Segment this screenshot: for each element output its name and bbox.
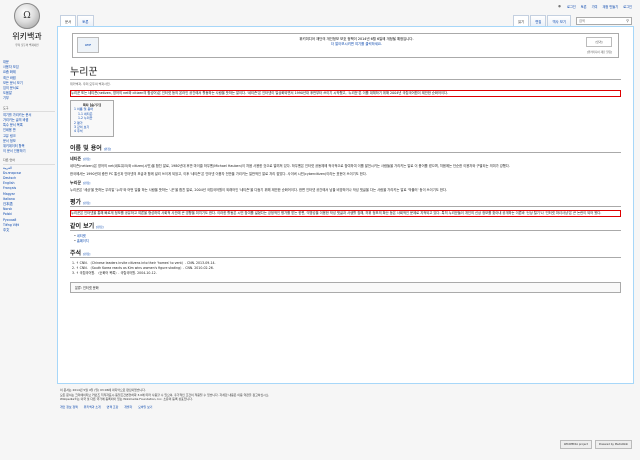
sidebar-languages: 다른 언어 العربية Български Deutsch English … (3, 158, 55, 233)
footer-info: Wikipedia®는 미국 및 다른 국가에 등록되어 있는 Wikimedi… (60, 397, 193, 402)
edit-section-link[interactable]: [편집] (104, 147, 111, 151)
paragraph: 한국에서는 1990년대 중반 PC 통신과 인터넷의 보급과 함께 널리 쓰이… (70, 171, 367, 176)
footer-places: 개인 정보 정책 위키백과 소개 면책 조항 개발자 모바일 보기 (60, 405, 634, 410)
footer-link[interactable]: 면책 조항 (107, 405, 119, 410)
section-heading: 같이 보기 [편집] (70, 221, 621, 231)
sidebar: 대문 사용자 모임 요즘 화제 최근 바뀜 모든 문서 보기 임의 문서로 도움… (3, 60, 55, 237)
search-icon[interactable]: ⚲ (626, 18, 629, 23)
reference-item[interactable]: ↑ 국립국어원. 〈순화어 목록〉. 국립국어원. 2004-10-12. (76, 271, 621, 276)
site-sub: 위키백과, 우리 모두의 백과사전. (70, 82, 111, 86)
footer: 이 문서는 2014년 5월 4일 (일) 03:06에 마지막으로 편집되었습… (60, 388, 634, 409)
toc-item[interactable]: 4 주석 (74, 129, 110, 133)
footer-link[interactable]: 위키백과 소개 (84, 405, 101, 410)
section-heading: 평가 [편집] (70, 197, 621, 207)
namespace-tabs: 문서 토론 (60, 15, 94, 26)
see-also-list: 네티켓 홈페이지 (70, 234, 621, 244)
view-tabs: 읽기 편집 역사 보기 ⚲ (512, 15, 632, 26)
wikimedia-logo-icon: WMF (77, 37, 99, 53)
personal-link[interactable]: 계정 만들기 (603, 4, 619, 9)
paragraph: 누리꾼은 '세상'을 뜻하는 우리말 '누리'와 어떤 일을 하는 사람을 뜻하… (70, 187, 447, 192)
edit-section-link[interactable]: [편집] (83, 157, 90, 161)
search-box[interactable]: ⚲ (576, 16, 632, 25)
footer-link[interactable]: 모바일 보기 (138, 405, 152, 410)
sidebar-item[interactable]: 기부 (3, 96, 55, 101)
sidebar-tools: 도구 여기를 가리키는 문서 가리키는 글의 바뀜 특수 문서 목록 인쇄용 판… (3, 106, 55, 155)
site-notice: WMF 위키미디어 재단의 개인정보 보호 정책이 2014년 6월 6일에 개… (72, 33, 619, 58)
personal-link[interactable]: 기여 (592, 4, 598, 9)
edit-section-link[interactable]: [편집] (83, 252, 90, 256)
subsection-heading: 누리꾼 [편집] (70, 179, 91, 185)
site-tagline: 우리 모두의 백과사전 (15, 44, 39, 47)
section-heading: 주석 [편집] (70, 248, 621, 258)
section-heading: 이름 및 용어 [편집] (70, 143, 621, 153)
footer-link[interactable]: 개발자 (124, 405, 132, 410)
page-title: 누리꾼 (70, 63, 621, 80)
site-name: 위키백과 (12, 32, 42, 41)
wikimedia-badge-icon[interactable]: WIKIMEDIA project (559, 440, 592, 449)
list-item: 홈페이지 (74, 239, 621, 244)
paragraph: 누리꾼은 인터넷을 통해 빠르게 정보를 공유하고 여론을 형성하여 사회적 사… (70, 209, 621, 217)
paragraph: 네티즌(netizen)은 영어의 net(네트워크)와 citizen(시민)… (70, 163, 510, 168)
see-also-link[interactable]: 네티켓 (77, 234, 86, 238)
edit-section-link[interactable]: [편집] (83, 201, 90, 205)
personal-link[interactable]: 로그인 (623, 4, 632, 9)
see-also-link[interactable]: 홈페이지 (77, 239, 89, 243)
sidebar-navigation: 대문 사용자 모임 요즘 화제 최근 바뀜 모든 문서 보기 임의 문서로 도움… (3, 60, 55, 102)
user-icon: ● (558, 4, 561, 8)
table-of-contents: 목차 [숨기기] 1 이름 및 용어 1.1 네티즌 1.2 누리꾼 2 평가 … (70, 100, 114, 137)
category-links[interactable]: 분류: 인터넷 문화 (70, 281, 621, 293)
references-list: ↑ CNN. 〈Chinese leaders invite citizens … (70, 261, 621, 276)
notice-text: 위키미디어 재단의 개인정보 보호 정책이 2014년 6월 6일에 개정될 예… (99, 37, 614, 47)
tab-edit[interactable]: 편집 (530, 15, 547, 26)
notice-link[interactable]: 더 알아보시려면 여기를 클릭하세요. (331, 42, 382, 46)
personal-link[interactable]: 토론 (581, 4, 587, 9)
mediawiki-badge-icon[interactable]: Powered by MediaWiki (594, 440, 632, 449)
sidebar-item[interactable]: 이 문서 인용하기 (3, 149, 55, 154)
tab-history[interactable]: 역사 보기 (547, 15, 571, 26)
personal-link[interactable]: 로그인 (567, 4, 576, 9)
content-area: WMF 위키미디어 재단의 개인정보 보호 정책이 2014년 6월 6일에 개… (57, 26, 634, 384)
tab-article[interactable]: 문서 (60, 15, 77, 26)
notice-meta: [위키미디어 재단 알림] (586, 51, 612, 54)
footer-link[interactable]: 개인 정보 정책 (60, 405, 78, 410)
subsection-heading: 네티즌 [편집] (70, 155, 91, 161)
notice-dismiss[interactable]: [닫기] (586, 37, 612, 47)
edit-section-link[interactable]: [편집] (96, 225, 103, 229)
wiki-logo[interactable]: Ω 위키백과 우리 모두의 백과사전 (4, 3, 50, 55)
intro-paragraph: 누리꾼 또는 네티즌(netizen, 영어의 net와 citizen의 합성… (70, 90, 621, 97)
footer-icons: WIKIMEDIA project Powered by MediaWiki (559, 440, 632, 449)
tab-read[interactable]: 읽기 (512, 15, 530, 26)
puzzle-globe-icon: Ω (14, 3, 40, 29)
search-input[interactable] (579, 18, 627, 23)
edit-section-link[interactable]: [편집] (83, 181, 90, 185)
sidebar-heading[interactable]: 다른 언어 (3, 158, 55, 165)
personal-tools: ● 로그인 토론 기여 계정 만들기 로그인 (558, 4, 632, 9)
tab-talk[interactable]: 토론 (77, 15, 94, 26)
sidebar-heading[interactable]: 도구 (3, 106, 55, 112)
language-link[interactable]: 中文 (3, 228, 55, 233)
